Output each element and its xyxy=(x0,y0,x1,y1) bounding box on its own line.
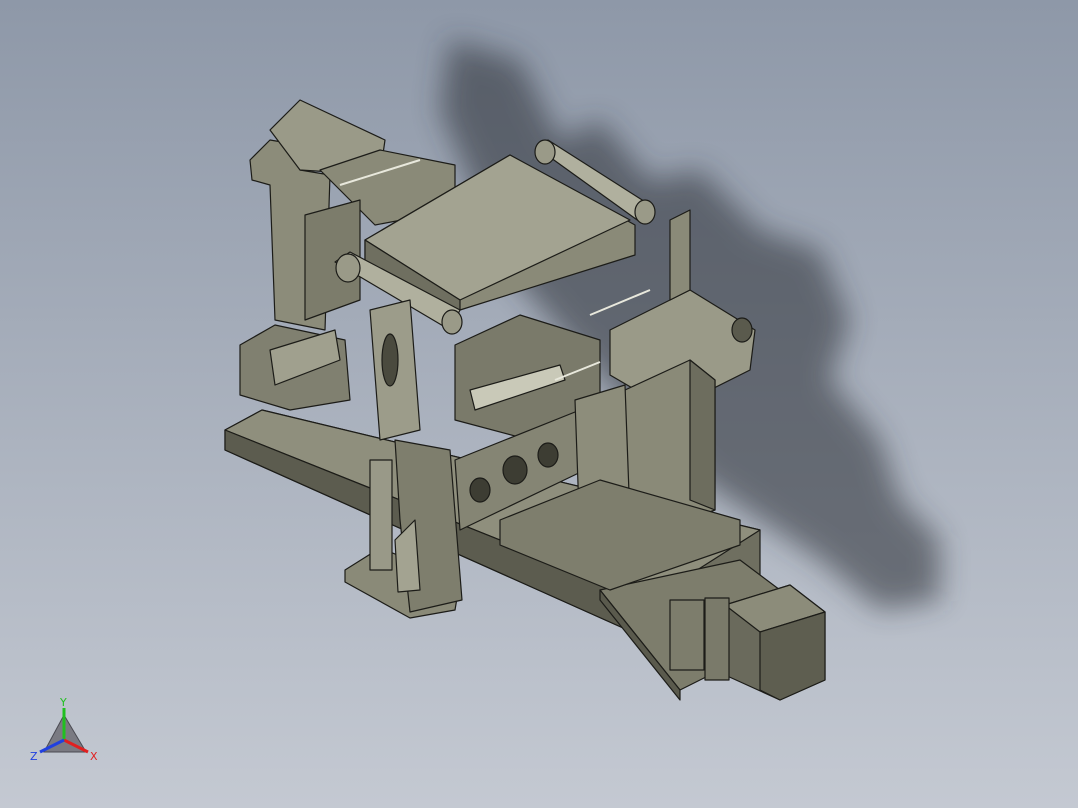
cad-viewport[interactable]: Y X Z xyxy=(0,0,1078,808)
view-orientation-triad[interactable]: Y X Z xyxy=(24,690,114,780)
x-axis-label: X xyxy=(90,750,98,763)
assembly-model[interactable] xyxy=(0,0,1078,808)
z-axis-label: Z xyxy=(30,750,38,763)
y-axis-label: Y xyxy=(59,696,67,709)
